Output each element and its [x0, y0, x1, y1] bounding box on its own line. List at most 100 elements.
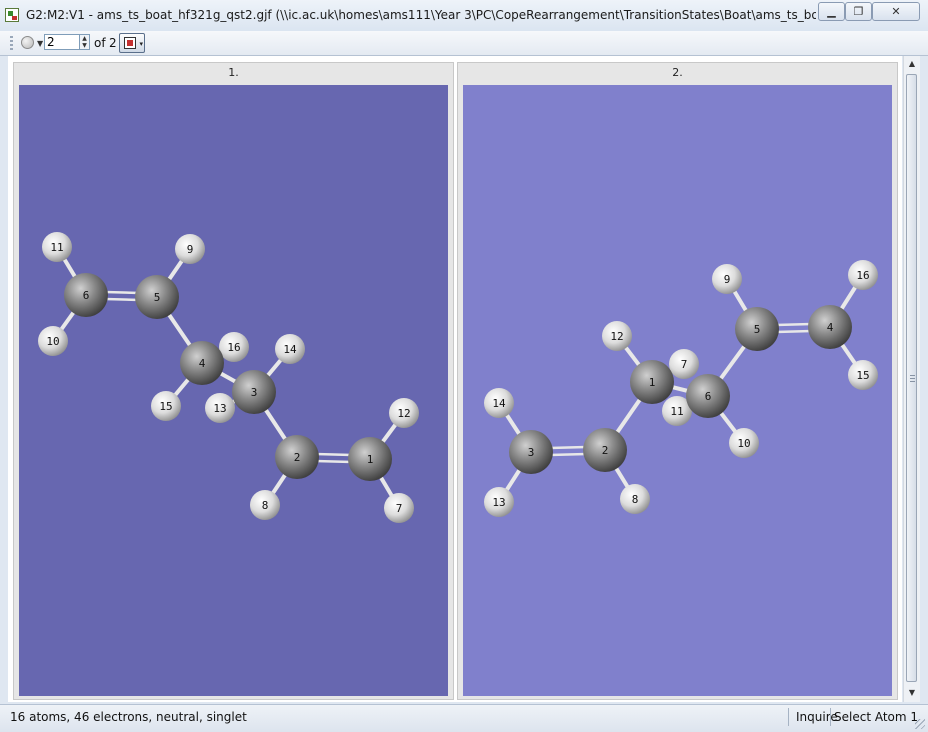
- atom-8[interactable]: 8: [620, 484, 650, 514]
- atom-label: 10: [737, 437, 750, 450]
- atom-1[interactable]: 1: [630, 360, 674, 404]
- atom-label: 12: [610, 330, 623, 343]
- atom-9[interactable]: 9: [175, 234, 205, 264]
- atom-6[interactable]: 6: [686, 374, 730, 418]
- viewport-background: [463, 85, 892, 696]
- atom-2[interactable]: 2: [583, 428, 627, 472]
- atom-label: 9: [187, 243, 194, 256]
- atom-label: 7: [396, 502, 403, 515]
- atom-label: 13: [492, 496, 505, 509]
- window-title: G2:M2:V1 - ams_ts_boat_hf321g_qst2.gjf (…: [26, 8, 816, 22]
- scrollbar-thumb[interactable]: [906, 74, 917, 682]
- status-action: Select Atom 1: [834, 710, 919, 724]
- atom-8[interactable]: 8: [250, 490, 280, 520]
- atom-16[interactable]: 16: [848, 260, 878, 290]
- atom-4[interactable]: 4: [180, 341, 224, 385]
- atom-label: 16: [227, 341, 240, 354]
- atom-label: 8: [632, 493, 639, 506]
- atom-13[interactable]: 13: [205, 393, 235, 423]
- atom-label: 3: [251, 386, 258, 399]
- app-icon[interactable]: [5, 8, 19, 22]
- atom-label: 1: [649, 376, 656, 389]
- molecule-number-stepper[interactable]: ▲ ▼: [80, 34, 90, 50]
- atom-label: 5: [154, 291, 161, 304]
- panel-1-label: 1.: [228, 66, 239, 79]
- molecule-select-icon[interactable]: [21, 36, 34, 49]
- resize-grip-icon[interactable]: [915, 719, 925, 729]
- atom-11[interactable]: 11: [42, 232, 72, 262]
- atom-label: 13: [213, 402, 226, 415]
- atom-label: 2: [294, 451, 301, 464]
- atom-label: 6: [705, 390, 712, 403]
- atom-6[interactable]: 6: [64, 273, 108, 317]
- close-icon: ✕: [891, 5, 901, 18]
- atom-label: 3: [528, 446, 535, 459]
- atom-label: 14: [492, 397, 506, 410]
- atom-9[interactable]: 9: [712, 264, 742, 294]
- atom-label: 15: [159, 400, 172, 413]
- atom-label: 10: [46, 335, 59, 348]
- atom-14[interactable]: 14: [484, 388, 514, 418]
- atom-14[interactable]: 14: [275, 334, 305, 364]
- molecule-number-input[interactable]: 2: [44, 34, 80, 50]
- molecule-group-toolbar: ▼ 2 ▲ ▼ of 2 ▾: [0, 31, 928, 56]
- molecule-viewport-1[interactable]: 78910111213141516123456: [19, 85, 448, 696]
- chevron-down-icon: ▾: [139, 40, 143, 48]
- atom-label: 15: [856, 369, 869, 382]
- atom-label: 4: [199, 357, 206, 370]
- atom-label: 7: [681, 358, 688, 371]
- atom-label: 6: [83, 289, 90, 302]
- molecule-viewport-2[interactable]: 78910111213141516123456: [463, 85, 892, 696]
- atom-13[interactable]: 13: [484, 487, 514, 517]
- minimize-button[interactable]: ▁: [818, 2, 845, 21]
- atom-label: 5: [754, 323, 761, 336]
- atom-5[interactable]: 5: [735, 307, 779, 351]
- atom-label: 1: [367, 453, 374, 466]
- atom-4[interactable]: 4: [808, 305, 852, 349]
- atom-3[interactable]: 3: [509, 430, 553, 474]
- chevron-down-icon[interactable]: ▼: [37, 39, 43, 48]
- atom-label: 14: [283, 343, 297, 356]
- display-options-button[interactable]: ▾: [119, 33, 145, 53]
- atom-7[interactable]: 7: [669, 349, 699, 379]
- status-divider: [830, 708, 831, 726]
- status-mode: Inquire: [796, 710, 838, 724]
- of-label: of: [94, 36, 106, 50]
- atom-label: 12: [397, 407, 410, 420]
- atom-label: 9: [724, 273, 731, 286]
- close-button[interactable]: ✕: [872, 2, 920, 21]
- maximize-button[interactable]: ❐: [845, 2, 872, 21]
- atom-5[interactable]: 5: [135, 275, 179, 319]
- atom-label: 2: [602, 444, 609, 457]
- atom-7[interactable]: 7: [384, 493, 414, 523]
- atom-label: 16: [856, 269, 869, 282]
- toolbar-grip[interactable]: [10, 36, 13, 51]
- vertical-scrollbar[interactable]: ▲ ▼: [903, 56, 920, 702]
- restore-icon: ❐: [853, 5, 864, 18]
- atom-12[interactable]: 12: [602, 321, 632, 351]
- atom-label: 11: [670, 405, 683, 418]
- atom-10[interactable]: 10: [729, 428, 759, 458]
- scroll-up-icon[interactable]: ▲: [904, 56, 920, 72]
- atom-label: 8: [262, 499, 269, 512]
- status-bar: 16 atoms, 46 electrons, neutral, singlet…: [0, 704, 928, 732]
- title-bar[interactable]: G2:M2:V1 - ams_ts_boat_hf321g_qst2.gjf (…: [0, 0, 928, 32]
- panel-2-label: 2.: [672, 66, 683, 79]
- atom-label: 11: [50, 241, 63, 254]
- atom-3[interactable]: 3: [232, 370, 276, 414]
- status-divider: [788, 708, 789, 726]
- atom-1[interactable]: 1: [348, 437, 392, 481]
- atom-15[interactable]: 15: [848, 360, 878, 390]
- minimize-icon: ▁: [827, 5, 836, 18]
- atom-2[interactable]: 2: [275, 435, 319, 479]
- scroll-grip-icon: [910, 375, 915, 382]
- atom-label: 4: [827, 321, 834, 334]
- display-options-icon: [124, 37, 136, 49]
- atom-15[interactable]: 15: [151, 391, 181, 421]
- atom-10[interactable]: 10: [38, 326, 68, 356]
- scroll-down-icon[interactable]: ▼: [904, 685, 920, 701]
- molecule-info: 16 atoms, 46 electrons, neutral, singlet: [10, 710, 247, 724]
- atom-16[interactable]: 16: [219, 332, 249, 362]
- atom-12[interactable]: 12: [389, 398, 419, 428]
- total-molecules-label: 2: [109, 36, 117, 50]
